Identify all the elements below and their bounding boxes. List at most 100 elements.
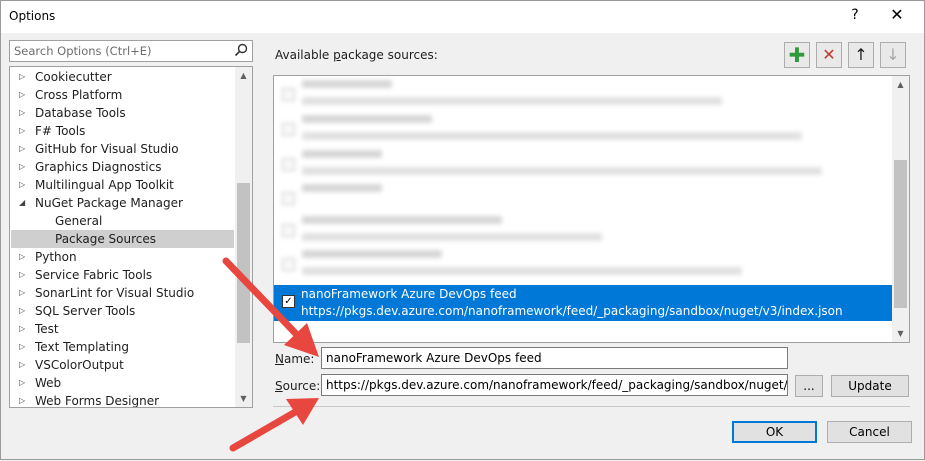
tree-item[interactable]: ▷ Multilingual App Toolkit: [11, 176, 234, 194]
list-scrollbar[interactable]: ▲ ▼: [892, 76, 909, 342]
search-icon: [234, 43, 248, 57]
cancel-button[interactable]: Cancel: [827, 421, 912, 443]
ok-button[interactable]: OK: [732, 421, 817, 443]
tree-item-label: General: [55, 214, 103, 228]
name-input[interactable]: [322, 348, 787, 368]
source-field[interactable]: [321, 374, 788, 396]
tree-item[interactable]: ▷ SQL Server Tools: [11, 302, 234, 320]
tree-item-label: Multilingual App Toolkit: [35, 178, 174, 192]
collapsed-arrow-icon[interactable]: ▷: [19, 320, 25, 338]
tree-item[interactable]: ▷ Web Forms Designer: [11, 392, 234, 408]
tree-item-label: F# Tools: [35, 124, 86, 138]
tree-item[interactable]: ▷ Cross Platform: [11, 86, 234, 104]
tree-item[interactable]: ▷ Text Templating: [11, 338, 234, 356]
tree-item[interactable]: ◢ NuGet Package Manager: [11, 194, 234, 212]
x-icon: ✕: [822, 45, 836, 64]
name-field[interactable]: [321, 347, 788, 369]
collapsed-arrow-icon[interactable]: ▷: [19, 338, 25, 356]
collapsed-arrow-icon[interactable]: ▷: [19, 140, 25, 158]
tree-item-label: Cookiecutter: [35, 70, 112, 84]
source-label: Source:: [275, 379, 321, 393]
tree-item-label: Text Templating: [35, 340, 130, 354]
collapsed-arrow-icon[interactable]: ▷: [19, 68, 25, 86]
list-item-blurred[interactable]: [274, 148, 894, 182]
tree-item[interactable]: Package Sources: [11, 230, 234, 248]
source-input[interactable]: [322, 375, 787, 395]
package-sources-list: ✓ nanoFramework Azure DevOps feed https:…: [273, 75, 910, 343]
arrow-down-icon: ↓: [886, 45, 900, 64]
update-button[interactable]: Update: [831, 375, 909, 397]
tree-item[interactable]: General: [11, 212, 234, 230]
move-up-button[interactable]: ↑: [848, 42, 874, 68]
collapsed-arrow-icon[interactable]: ▷: [19, 104, 25, 122]
tree-item[interactable]: ▷ Python: [11, 248, 234, 266]
scroll-down-icon[interactable]: ▼: [892, 325, 909, 342]
remove-source-button[interactable]: ✕: [816, 42, 842, 68]
collapsed-arrow-icon[interactable]: ▷: [19, 86, 25, 104]
available-sources-label: Available package sources:: [275, 48, 438, 62]
tree-item-label: Service Fabric Tools: [35, 268, 153, 282]
tree-item[interactable]: ▷ F# Tools: [11, 122, 234, 140]
collapsed-arrow-icon[interactable]: ▷: [19, 356, 25, 374]
tree-item-label: Database Tools: [35, 106, 126, 120]
tree-item[interactable]: ▷ Cookiecutter: [11, 68, 234, 86]
tree-item-label: Test: [35, 322, 59, 336]
name-label: Name:: [275, 352, 315, 366]
tree-item-label: Web Forms Designer: [35, 394, 160, 408]
divider: [273, 406, 910, 407]
tree-item[interactable]: ▷ VSColorOutput: [11, 356, 234, 374]
collapsed-arrow-icon[interactable]: ▷: [19, 302, 25, 320]
tree-item[interactable]: ▷ GitHub for Visual Studio: [11, 140, 234, 158]
collapsed-arrow-icon[interactable]: ▷: [19, 284, 25, 302]
tree-item-label: SQL Server Tools: [35, 304, 136, 318]
add-source-button[interactable]: ✚: [784, 42, 810, 68]
tree-item-label: NuGet Package Manager: [35, 196, 183, 210]
tree-scrollbar[interactable]: ▲ ▼: [235, 67, 252, 407]
title-bar: Options ? ✕: [1, 1, 924, 33]
browse-button[interactable]: ...: [795, 375, 823, 397]
tree-item-label: GitHub for Visual Studio: [35, 142, 179, 156]
scroll-down-icon[interactable]: ▼: [235, 390, 252, 407]
source-enabled-checkbox[interactable]: ✓: [282, 295, 295, 308]
tree-item[interactable]: ▷ Database Tools: [11, 104, 234, 122]
list-item-selected[interactable]: ✓ nanoFramework Azure DevOps feed https:…: [274, 285, 894, 321]
tree-item-label: SonarLint for Visual Studio: [35, 286, 195, 300]
tree-item-label: Package Sources: [55, 232, 157, 246]
plus-icon: ✚: [788, 43, 806, 67]
collapsed-arrow-icon[interactable]: ▷: [19, 374, 25, 392]
scroll-up-icon[interactable]: ▲: [892, 76, 909, 93]
move-down-button[interactable]: ↓: [880, 42, 906, 68]
collapsed-arrow-icon[interactable]: ▷: [19, 122, 25, 140]
list-item-blurred[interactable]: [274, 182, 894, 216]
collapsed-arrow-icon[interactable]: ▷: [19, 158, 25, 176]
list-scroll-thumb[interactable]: [894, 160, 907, 308]
selected-source-name: nanoFramework Azure DevOps feed: [301, 287, 517, 301]
help-button[interactable]: ?: [847, 7, 863, 23]
tree-item[interactable]: ▷ Service Fabric Tools: [11, 266, 234, 284]
collapsed-arrow-icon[interactable]: ▷: [19, 176, 25, 194]
collapsed-arrow-icon[interactable]: ▷: [19, 392, 25, 407]
tree-item-label: Python: [35, 250, 77, 264]
collapsed-arrow-icon[interactable]: ▷: [19, 266, 25, 284]
selected-source-url: https://pkgs.dev.azure.com/nanoframework…: [301, 304, 843, 318]
list-item-blurred[interactable]: [274, 248, 894, 282]
list-item-blurred[interactable]: [274, 113, 894, 147]
tree-item[interactable]: ▷ Graphics Diagnostics: [11, 158, 234, 176]
search-box[interactable]: [9, 40, 253, 62]
tree-item[interactable]: ▷ Test: [11, 320, 234, 338]
tree-item-label: Graphics Diagnostics: [35, 160, 162, 174]
search-input[interactable]: [10, 41, 220, 61]
tree-item[interactable]: ▷ SonarLint for Visual Studio: [11, 284, 234, 302]
tree-item-label: VSColorOutput: [35, 358, 124, 372]
options-dialog: Options ? ✕ ▷ Cookiecutter ▷ Cross Platform…: [0, 0, 925, 460]
tree-item-label: Cross Platform: [35, 88, 123, 102]
close-button[interactable]: ✕: [887, 5, 907, 24]
collapsed-arrow-icon[interactable]: ▷: [19, 248, 25, 266]
arrow-up-icon: ↑: [854, 45, 868, 64]
list-item-blurred[interactable]: [274, 78, 894, 112]
expanded-arrow-icon[interactable]: ◢: [19, 194, 25, 212]
tree-item[interactable]: ▷ Web: [11, 374, 234, 392]
scroll-up-icon[interactable]: ▲: [235, 67, 252, 84]
tree-scroll-thumb[interactable]: [237, 183, 250, 343]
list-item-blurred[interactable]: [274, 214, 894, 248]
